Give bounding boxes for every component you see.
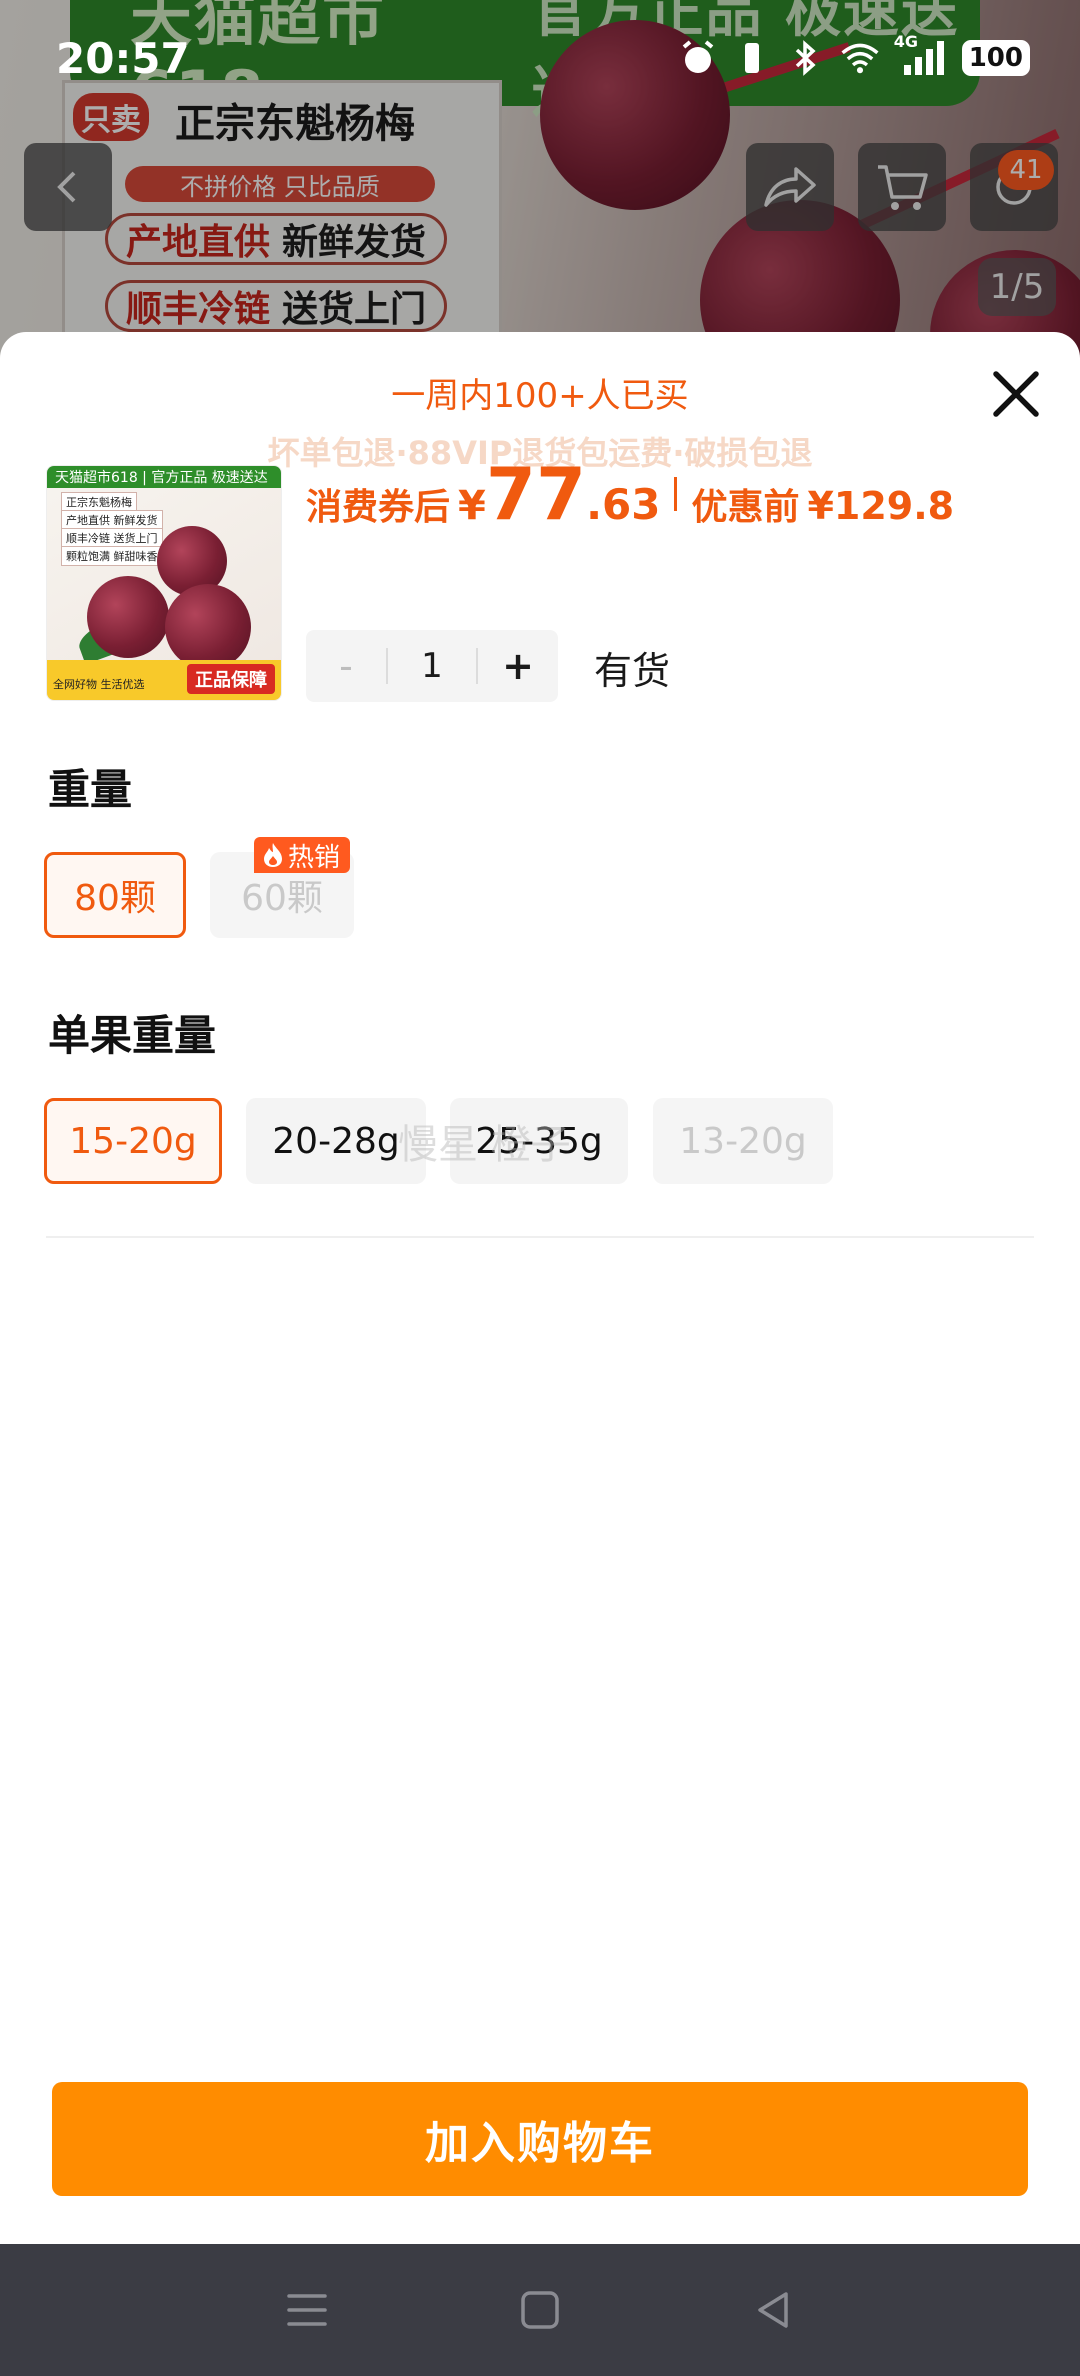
quantity-increase-button[interactable]: + [478, 630, 558, 702]
thumbnail-line: 顺丰冷链 送货上门 [61, 528, 163, 548]
weight-option-80[interactable]: 80颗 [44, 852, 186, 938]
quantity-stepper: - 1 + [306, 630, 558, 702]
price-label: 消费券后 [306, 487, 451, 528]
system-nav-bar [0, 2244, 1080, 2376]
thumbnail-line: 正宗东魁杨梅 [61, 492, 137, 512]
product-thumbnail[interactable]: 天猫超市618 | 官方正品 极速送达 正宗东魁杨梅 产地直供 新鲜发货 顺丰冷… [46, 465, 282, 701]
nav-menu-button[interactable] [277, 2280, 337, 2340]
hot-sale-tag: 热销 [254, 837, 351, 873]
bayberry-image [87, 576, 169, 658]
menu-icon [286, 2294, 327, 2326]
network-type: 4G [893, 32, 918, 51]
nav-home-button[interactable] [510, 2280, 570, 2340]
stock-status: 有货 [594, 649, 671, 693]
home-square-icon [521, 2291, 559, 2329]
thumbnail-badge: 正品保障 [187, 664, 275, 694]
triangle-back-icon [758, 2292, 789, 2328]
flame-icon [264, 843, 282, 867]
bayberry-image [165, 584, 251, 670]
close-icon [993, 371, 1039, 417]
bluetooth-icon [786, 38, 826, 78]
close-button[interactable] [986, 364, 1046, 424]
battery-indicator: 100 [961, 40, 1030, 76]
fruit-weight-section-title: 单果重量 [48, 1011, 217, 1060]
status-time: 20:57 [56, 34, 190, 83]
original-price-label: 优惠前 [691, 487, 800, 528]
wifi-icon [840, 38, 880, 78]
nav-back-button[interactable] [743, 2280, 803, 2340]
thumbnail-strip: 全网好物 生活优选 [53, 678, 145, 691]
thumbnail-line: 产地直供 新鲜发货 [61, 510, 163, 530]
status-bar: 20:57 4G 100 [0, 0, 1080, 130]
alarm-icon [678, 38, 718, 78]
quantity-value[interactable]: 1 [388, 646, 476, 686]
thumbnail-line: 颗粒饱满 鲜甜味香 [61, 546, 163, 566]
watermark: 慢星 橙子 [398, 1122, 571, 1168]
status-icons: 4G 100 [678, 32, 1030, 78]
fruit-weight-option-13-20g[interactable]: 13-20g [653, 1098, 833, 1184]
thumbnail-header: 天猫超市618 | 官方正品 极速送达 [47, 466, 281, 488]
signal-icon: 4G [894, 32, 948, 78]
sku-selector-sheet: 一周内100+人已买 坏单包退·88VIP退货包运费·破损包退 天猫超市618 … [0, 332, 1080, 2244]
original-price: ¥129.8 [807, 484, 955, 528]
add-to-cart-button[interactable]: 加入购物车 [52, 2082, 1028, 2196]
price-currency: ¥ [458, 483, 486, 529]
fruit-weight-option-15-20g[interactable]: 15-20g [44, 1098, 222, 1184]
price-separator [674, 477, 678, 511]
section-divider [46, 1236, 1034, 1238]
hot-sale-label: 热销 [288, 842, 341, 873]
price-decimal: .63 [586, 480, 661, 529]
sales-count-text: 一周内100+人已买 [391, 376, 689, 416]
quantity-decrease-button[interactable]: - [306, 630, 386, 702]
price-row: 消费券后 ¥ 77 .63 优惠前 ¥129.8 [306, 452, 954, 536]
price-integer: 77 [485, 452, 587, 536]
weight-section-title: 重量 [48, 765, 133, 814]
vibrate-icon [732, 38, 772, 78]
